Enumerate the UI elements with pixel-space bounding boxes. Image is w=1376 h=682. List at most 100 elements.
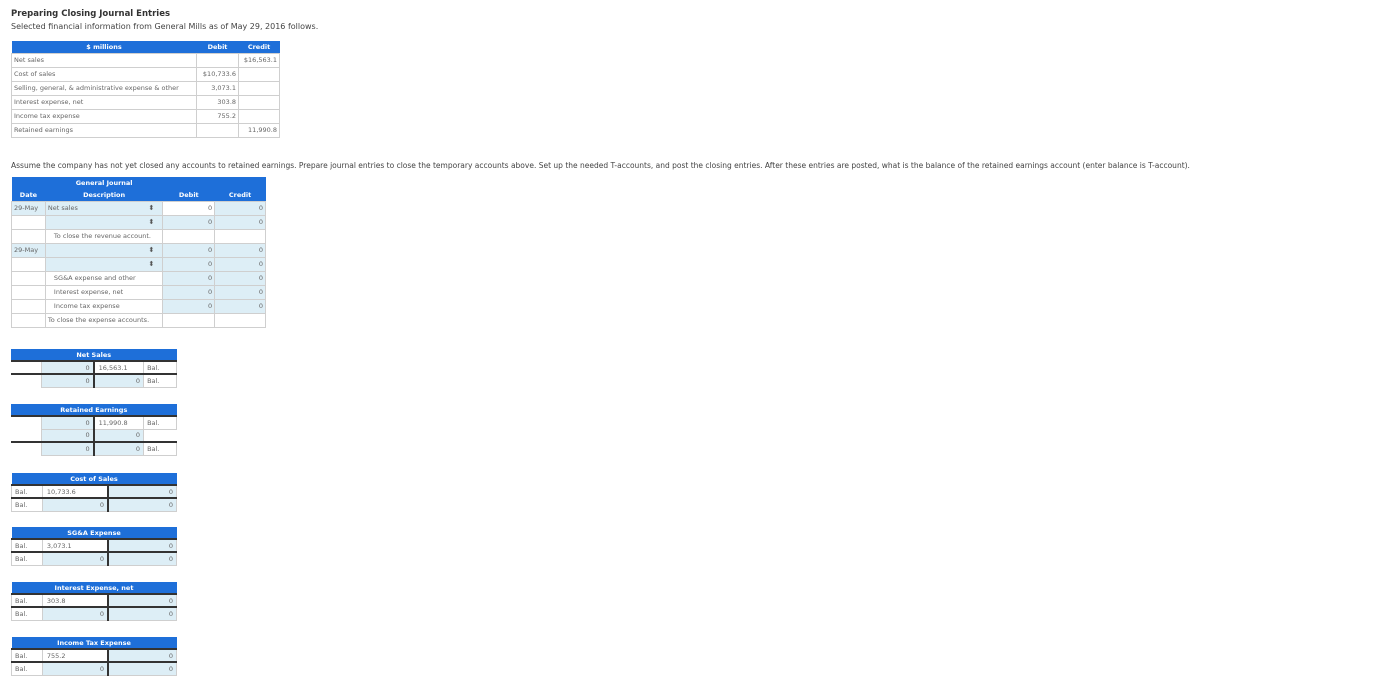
- row-label: Interest expense, net: [10, 94, 198, 110]
- t-account-row: Bal. 303.8 0: [11, 593, 177, 608]
- select-arrows-icon: ⬍: [148, 203, 155, 212]
- table-row: Net sales $16,563.1: [10, 52, 280, 68]
- info-header-credit: Credit: [238, 41, 280, 53]
- credit-input[interactable]: 0: [214, 214, 266, 230]
- row-label: Net sales: [10, 52, 198, 68]
- debit-input[interactable]: 0: [162, 242, 216, 258]
- t-account-title: Net Sales: [11, 349, 177, 361]
- t-account-row: Bal. 0 0: [11, 551, 178, 566]
- t-debit-input[interactable]: 0: [41, 441, 95, 456]
- info-header-millions: $ millions: [11, 41, 197, 53]
- t-credit-input[interactable]: 0: [107, 648, 177, 663]
- t-credit-input[interactable]: 0: [107, 484, 178, 499]
- row-credit: $16,563.1: [238, 52, 280, 68]
- account-select[interactable]: Net sales ⬍: [44, 200, 164, 216]
- credit-input[interactable]: 0: [214, 284, 266, 300]
- bal-label: Bal.: [11, 661, 43, 676]
- t-credit-input[interactable]: 0: [107, 593, 177, 608]
- bal-label: Bal.: [143, 415, 177, 430]
- t-debit-input[interactable]: 0: [41, 360, 95, 375]
- row-credit: [238, 108, 280, 124]
- t-credit-input[interactable]: 0: [93, 373, 145, 388]
- journal-title: General Journal: [45, 177, 163, 189]
- t-credit-input[interactable]: 0: [107, 551, 178, 566]
- t-credit-input[interactable]: 0: [107, 538, 178, 553]
- t-debit-input[interactable]: 0: [41, 551, 110, 566]
- journal-memo: To close the expense accounts.: [44, 312, 164, 328]
- account-label: Income tax expense: [44, 298, 164, 314]
- journal-row: 29-May Net sales ⬍ 0 0: [11, 200, 266, 216]
- t-credit-input[interactable]: 0: [107, 606, 177, 621]
- journal-header-date: Date: [11, 189, 46, 201]
- row-credit: [238, 94, 280, 110]
- t-account-interest-expense: Interest Expense, net Bal. 303.8 0 Bal. …: [11, 582, 177, 621]
- row-debit: [196, 52, 240, 68]
- table-row: Cost of sales $10,733.6: [10, 66, 280, 82]
- journal-row: ⬍ 0 0: [11, 256, 266, 272]
- credit-input[interactable]: 0: [214, 298, 266, 314]
- bal-label: Bal.: [11, 551, 43, 566]
- t-account-row: Bal. 755.2 0: [11, 648, 177, 663]
- credit-input[interactable]: 0: [214, 200, 266, 216]
- bal-label: Bal.: [143, 373, 177, 388]
- date-input[interactable]: 29-May: [11, 242, 46, 258]
- row-credit: [238, 80, 280, 96]
- row-label: Selling, general, & administrative expen…: [10, 80, 198, 96]
- table-row: Income tax expense 755.2: [10, 108, 280, 124]
- journal-row: Income tax expense 0 0: [11, 298, 266, 314]
- t-debit-input[interactable]: 0: [41, 415, 95, 430]
- credit-input[interactable]: 0: [214, 256, 266, 272]
- debit-input[interactable]: 0: [162, 298, 216, 314]
- t-credit-value: 16,563.1: [93, 360, 145, 375]
- row-credit: 11,990.8: [238, 122, 280, 138]
- select-arrows-icon: ⬍: [148, 217, 155, 226]
- t-account-cost-of-sales: Cost of Sales Bal. 10,733.6 0 Bal. 0 0: [11, 473, 178, 512]
- account-select[interactable]: ⬍: [44, 242, 164, 258]
- credit-input[interactable]: 0: [214, 242, 266, 258]
- bal-label: Bal.: [143, 441, 177, 456]
- table-row: Interest expense, net 303.8: [10, 94, 280, 110]
- date-input[interactable]: 29-May: [11, 200, 46, 216]
- t-account-row: 0 0 Bal.: [11, 441, 177, 456]
- row-label: Cost of sales: [10, 66, 198, 82]
- debit-input[interactable]: 0: [162, 200, 216, 216]
- journal-header-description: Description: [45, 189, 163, 201]
- t-credit-input[interactable]: 0: [93, 441, 145, 456]
- row-debit: 755.2: [196, 108, 240, 124]
- t-credit-input[interactable]: 0: [107, 661, 177, 676]
- account-label: Interest expense, net: [44, 284, 164, 300]
- t-debit-input[interactable]: 0: [41, 497, 110, 512]
- t-debit-value: 303.8: [41, 593, 109, 608]
- debit-input[interactable]: 0: [162, 270, 216, 286]
- row-label: Income tax expense: [10, 108, 198, 124]
- account-select[interactable]: ⬍: [44, 214, 164, 230]
- debit-input[interactable]: 0: [162, 214, 216, 230]
- t-debit-input[interactable]: 0: [41, 661, 109, 676]
- bal-label: Bal.: [143, 360, 177, 375]
- t-account-row: Bal. 0 0: [11, 606, 177, 621]
- journal-row: 29-May ⬍ 0 0: [11, 242, 266, 258]
- t-account-row: Bal. 0 0: [11, 661, 177, 676]
- t-account-title: SG&A Expense: [11, 527, 177, 539]
- debit-input[interactable]: 0: [162, 284, 216, 300]
- t-debit-input[interactable]: 0: [41, 428, 95, 443]
- t-account-row: 0 0: [11, 428, 177, 443]
- credit-input[interactable]: 0: [214, 270, 266, 286]
- t-account-sga-expense: SG&A Expense Bal. 3,073.1 0 Bal. 0 0: [11, 527, 178, 566]
- journal-header-credit: Credit: [214, 189, 266, 201]
- table-row: Selling, general, & administrative expen…: [10, 80, 280, 96]
- t-debit-input[interactable]: 0: [41, 373, 95, 388]
- debit-input[interactable]: 0: [162, 256, 216, 272]
- account-label: SG&A expense and other: [44, 270, 164, 286]
- t-debit-input[interactable]: 0: [41, 606, 109, 621]
- row-credit: [238, 66, 280, 82]
- t-account-title: Interest Expense, net: [11, 582, 177, 594]
- bal-label: Bal.: [11, 593, 43, 608]
- question-text: Assume the company has not yet closed an…: [11, 161, 1190, 170]
- t-account-row: 0 11,990.8 Bal.: [11, 415, 177, 430]
- t-credit-input[interactable]: 0: [107, 497, 178, 512]
- account-select[interactable]: ⬍: [44, 256, 164, 272]
- t-credit-input[interactable]: 0: [93, 428, 145, 443]
- t-account-row: Bal. 10,733.6 0: [11, 484, 178, 499]
- page-title: Preparing Closing Journal Entries: [11, 9, 171, 19]
